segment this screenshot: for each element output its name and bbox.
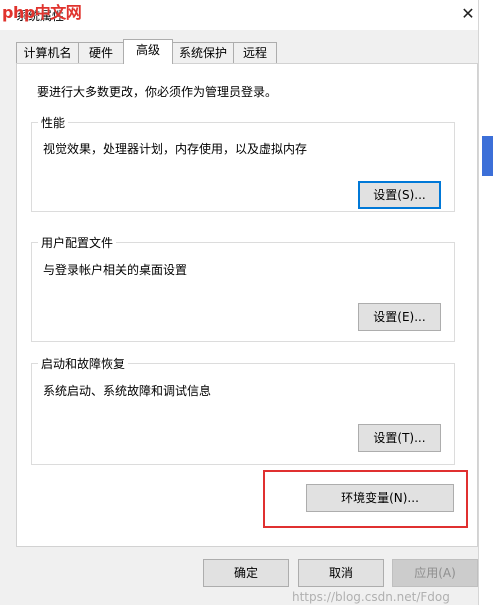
user-profiles-description: 与登录帐户相关的桌面设置 (43, 263, 188, 277)
performance-description: 视觉效果，处理器计划，内存使用，以及虚拟内存 (43, 142, 308, 156)
close-icon: ✕ (461, 4, 475, 23)
cancel-button[interactable]: 取消 (298, 559, 384, 587)
startup-recovery-group-title: 启动和故障恢复 (38, 355, 129, 372)
tab-advanced[interactable]: 高级 (123, 39, 173, 64)
apply-button[interactable]: 应用(A) (392, 559, 478, 587)
tab-label: 高级 (135, 43, 160, 57)
tab-label: 计算机名 (23, 46, 72, 60)
title-bar[interactable]: 系统属性 php中文网 ✕ (0, 0, 478, 30)
watermark-logo: php中文网 (2, 3, 82, 22)
left-edge (0, 0, 8, 605)
user-profiles-group-title: 用户配置文件 (38, 234, 117, 251)
tab-computer-name[interactable]: 计算机名 (16, 42, 79, 63)
tab-hardware[interactable]: 硬件 (78, 42, 124, 63)
tab-label: 系统保护 (178, 46, 227, 60)
ok-button[interactable]: 确定 (203, 559, 289, 587)
url-watermark: https://blog.csdn.net/Fdog (292, 590, 450, 604)
background-window-edge (478, 0, 493, 605)
tab-remote[interactable]: 远程 (233, 42, 277, 63)
tab-system-protection[interactable]: 系统保护 (172, 42, 234, 63)
startup-recovery-description: 系统启动、系统故障和调试信息 (43, 384, 212, 398)
startup-recovery-settings-button[interactable]: 设置(T)... (358, 424, 441, 452)
background-accent-bar (482, 136, 493, 176)
admin-notice: 要进行大多数更改，你必须作为管理员登录。 (37, 85, 278, 99)
tab-label: 远程 (242, 46, 267, 60)
user-profiles-settings-button[interactable]: 设置(E)... (358, 303, 441, 331)
close-button[interactable]: ✕ (458, 4, 478, 24)
tab-label: 硬件 (88, 46, 113, 60)
performance-settings-button[interactable]: 设置(S)... (358, 181, 441, 209)
performance-group-title: 性能 (38, 114, 69, 131)
environment-variables-button[interactable]: 环境变量(N)... (306, 484, 454, 512)
